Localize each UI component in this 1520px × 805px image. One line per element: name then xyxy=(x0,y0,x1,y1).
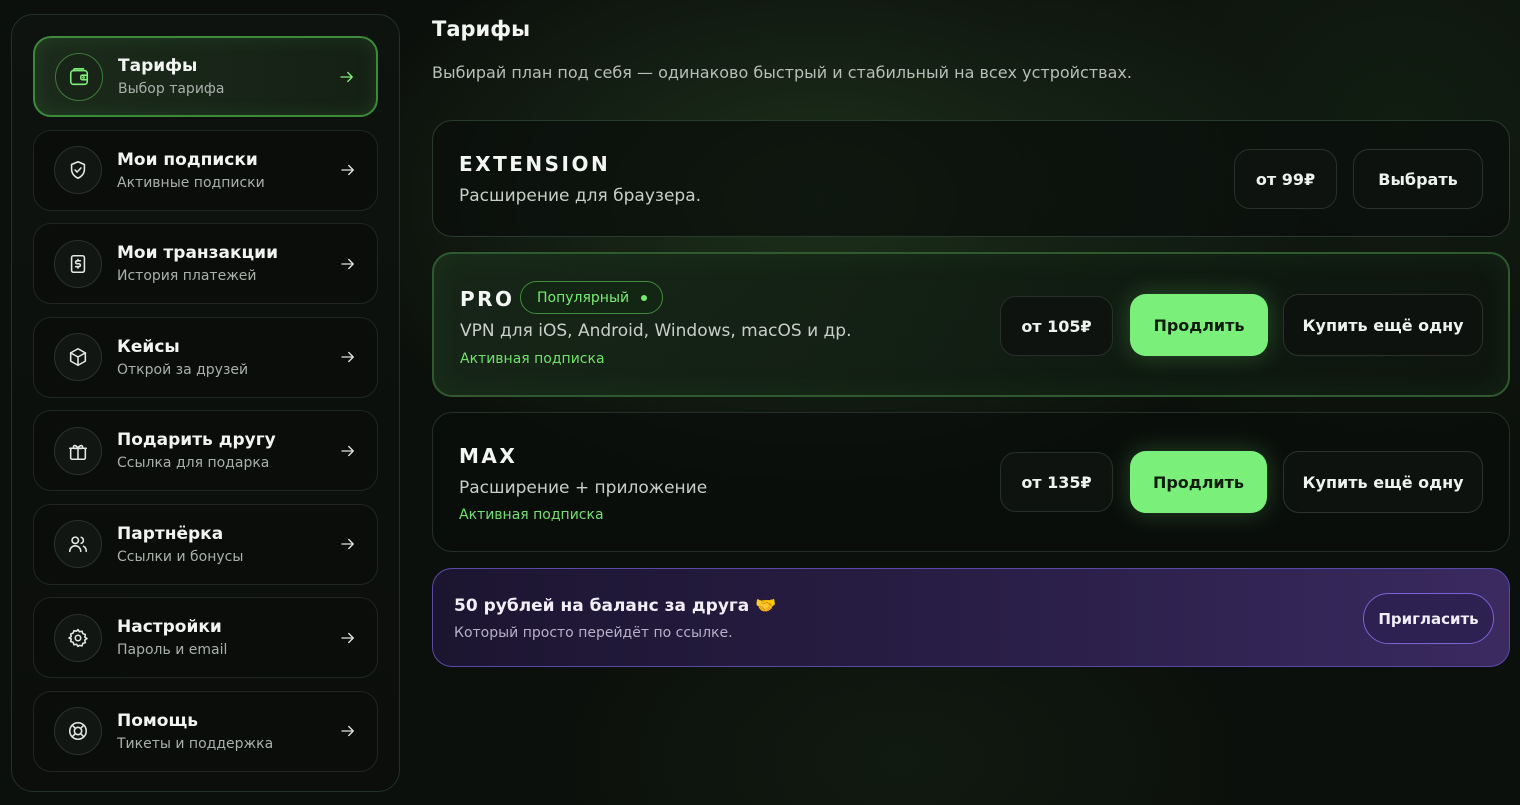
sidebar-item-subtitle: Выбор тарифа xyxy=(118,81,225,97)
gear-icon xyxy=(54,613,102,662)
plan-name: PRO xyxy=(460,287,515,311)
referral-subtitle: Который просто перейдёт по ссылке. xyxy=(454,625,733,641)
status-dot-icon xyxy=(641,294,648,301)
sidebar-item-title: Партнёрка xyxy=(117,523,224,544)
buy-another-button[interactable]: Купить ещё одну xyxy=(1283,294,1483,356)
referral-banner: 50 рублей на баланс за друга 🤝 Который п… xyxy=(432,568,1510,667)
referral-title: 50 рублей на баланс за друга 🤝 xyxy=(454,596,777,616)
sidebar-item-gift[interactable]: Подарить другу Ссылка для подарка xyxy=(33,410,378,491)
arrow-right-icon xyxy=(339,535,357,553)
sidebar-item-subtitle: Активные подписки xyxy=(117,174,265,191)
arrow-right-icon xyxy=(339,255,357,273)
plan-description: Расширение для браузера. xyxy=(459,186,702,206)
renew-button[interactable]: Продлить xyxy=(1130,294,1268,356)
subscription-status: Активная подписка xyxy=(460,351,605,367)
sidebar-item-cases[interactable]: Кейсы Открой за друзей xyxy=(33,316,378,398)
plan-name: MAX xyxy=(459,444,518,468)
sidebar-item-title: Тарифы xyxy=(118,56,198,76)
sidebar-item-tariffs[interactable]: Тарифы Выбор тарифа xyxy=(33,36,378,117)
sidebar: Тарифы Выбор тарифа Мои подписки Активны… xyxy=(11,14,400,792)
arrow-right-icon xyxy=(339,629,357,647)
sidebar-item-help[interactable]: Помощь Тикеты и поддержка xyxy=(33,690,378,772)
sidebar-item-subtitle: Ссылки и бонусы xyxy=(117,548,244,565)
plan-card-extension: EXTENSION Расширение для браузера. от 99… xyxy=(432,120,1510,237)
plan-description: VPN для iOS, Android, Windows, macOS и д… xyxy=(460,321,852,341)
buy-another-button[interactable]: Купить ещё одну xyxy=(1283,451,1483,513)
receipt-icon xyxy=(54,239,102,288)
page-title: Тарифы xyxy=(432,17,531,41)
sidebar-item-title: Настройки xyxy=(117,617,222,637)
sidebar-item-subtitle: Открой за друзей xyxy=(117,361,249,378)
price-badge: от 105₽ xyxy=(1000,296,1113,356)
popular-badge: Популярный xyxy=(520,281,664,314)
renew-button[interactable]: Продлить xyxy=(1130,451,1267,513)
arrow-right-icon xyxy=(339,442,357,460)
sidebar-item-title: Подарить другу xyxy=(117,430,276,450)
arrow-right-icon xyxy=(338,68,356,86)
sidebar-item-subscriptions[interactable]: Мои подписки Активные подписки xyxy=(33,129,378,211)
lifebuoy-icon xyxy=(54,707,102,755)
sidebar-item-settings[interactable]: Настройки Пароль и email xyxy=(33,597,378,678)
users-icon xyxy=(54,520,102,568)
wallet-icon xyxy=(55,52,103,101)
badge-label: Популярный xyxy=(537,289,630,306)
subscription-status: Активная подписка xyxy=(459,507,604,523)
plan-card-pro: PRO Популярный VPN для iOS, Android, Win… xyxy=(432,252,1510,397)
select-button[interactable]: Выбрать xyxy=(1353,149,1483,209)
sidebar-item-subtitle: Тикеты и поддержка xyxy=(117,735,274,752)
gift-icon xyxy=(54,426,102,475)
plan-card-max: MAX Расширение + приложение Активная под… xyxy=(432,412,1510,552)
arrow-right-icon xyxy=(339,161,357,179)
sidebar-item-title: Мои транзакции xyxy=(117,243,278,263)
sidebar-item-subtitle: История платежей xyxy=(117,268,257,284)
sidebar-item-subtitle: Ссылка для подарка xyxy=(117,455,270,471)
sidebar-item-partner[interactable]: Партнёрка Ссылки и бонусы xyxy=(33,503,378,585)
sidebar-item-subtitle: Пароль и email xyxy=(117,642,228,658)
arrow-right-icon xyxy=(339,348,357,366)
sidebar-item-title: Кейсы xyxy=(117,336,180,357)
invite-button[interactable]: Пригласить xyxy=(1363,593,1494,644)
page-description: Выбирай план под себя — одинаково быстры… xyxy=(432,63,1132,82)
plan-description: Расширение + приложение xyxy=(459,478,708,498)
plan-name: EXTENSION xyxy=(459,152,611,176)
shield-check-icon xyxy=(54,146,102,194)
box-icon xyxy=(54,333,102,381)
sidebar-item-title: Мои подписки xyxy=(117,149,258,170)
sidebar-item-transactions[interactable]: Мои транзакции История платежей xyxy=(33,223,378,304)
sidebar-item-title: Помощь xyxy=(117,710,199,731)
price-badge: от 99₽ xyxy=(1234,149,1337,209)
price-badge: от 135₽ xyxy=(1000,452,1113,512)
arrow-right-icon xyxy=(339,722,357,740)
